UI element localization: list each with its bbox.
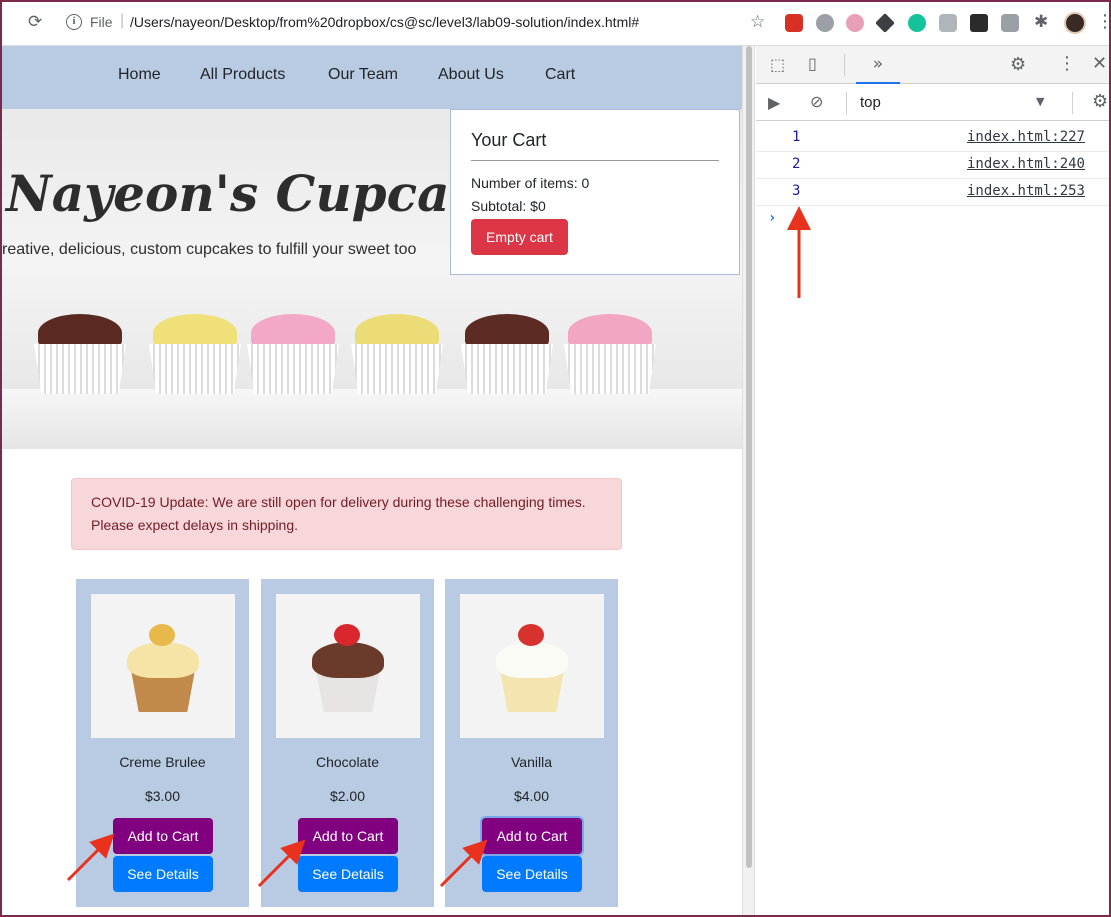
annotation-arrow-add-3 — [439, 839, 488, 888]
annotation-arrows — [66, 206, 811, 888]
annotation-arrow-add-1 — [66, 833, 115, 882]
screenshot-frame: ⟳ i File | /Users/nayeon/Desktop/from%20… — [0, 0, 1111, 917]
annotation-arrow-add-2 — [257, 839, 306, 888]
